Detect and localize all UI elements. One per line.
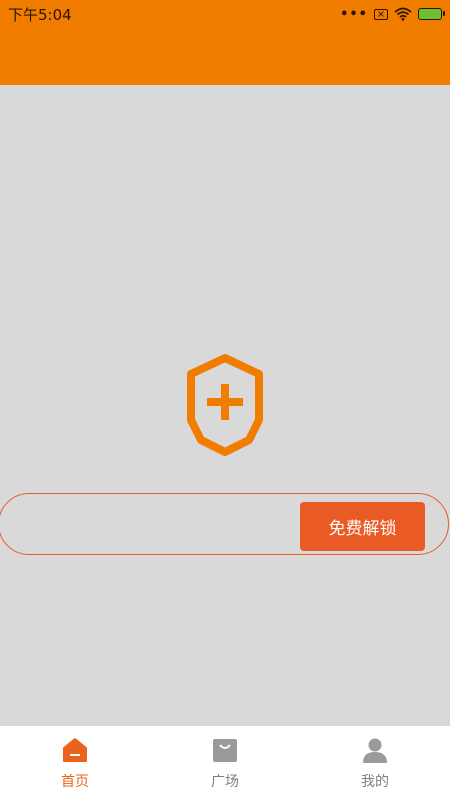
bottom-tab-bar: 首页 广场 我的: [0, 726, 450, 800]
tab-mine[interactable]: 我的: [300, 726, 450, 800]
battery-charging-icon: [418, 8, 445, 20]
tab-square[interactable]: 广场: [150, 726, 300, 800]
status-time: 下午5:04: [8, 6, 72, 24]
sim-x-icon: ×: [374, 8, 388, 20]
wifi-icon: [394, 7, 412, 21]
more-dots-icon: •••: [340, 6, 368, 22]
tab-mine-label: 我的: [361, 774, 389, 790]
bag-icon: [213, 739, 237, 762]
home-icon: [63, 738, 87, 762]
tab-home[interactable]: 首页: [0, 726, 150, 800]
user-icon: [363, 738, 387, 763]
free-unlock-button[interactable]: 免费解锁: [300, 502, 425, 551]
tab-home-label: 首页: [61, 774, 89, 790]
tab-square-label: 广场: [211, 774, 239, 790]
status-icons: ••• ×: [340, 5, 445, 23]
status-bar: 下午5:04 ••• ×: [0, 0, 450, 85]
shield-plus-icon: [187, 354, 263, 456]
